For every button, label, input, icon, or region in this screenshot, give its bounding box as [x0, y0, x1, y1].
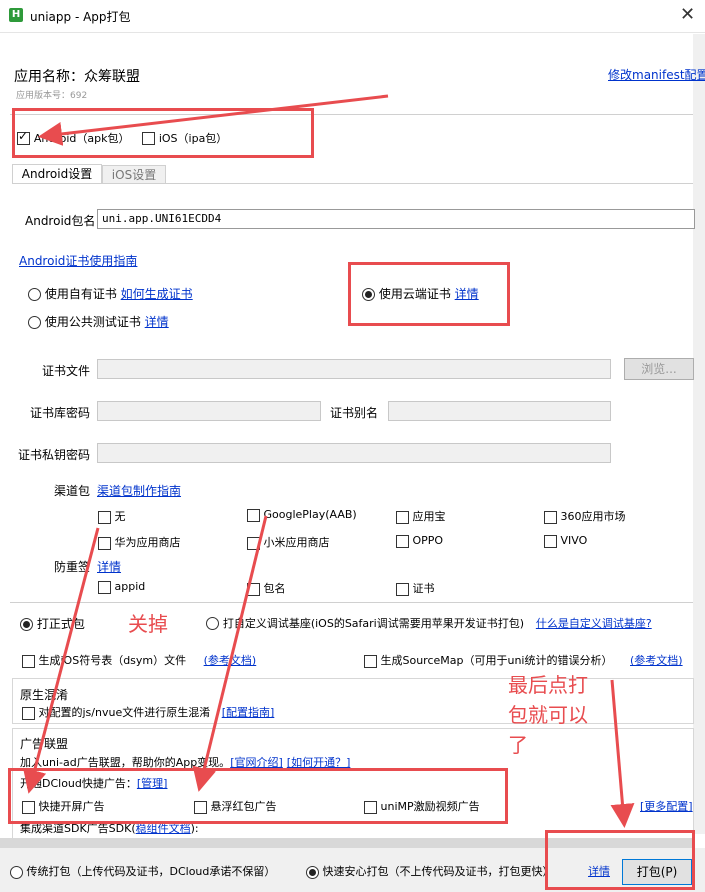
arrow-redpacket-ad	[192, 515, 268, 792]
annotation-arrows	[22, 94, 635, 828]
arrow-splash-ad	[22, 527, 100, 794]
arrow-platform	[38, 94, 389, 146]
arrow-pack-button	[610, 679, 635, 828]
